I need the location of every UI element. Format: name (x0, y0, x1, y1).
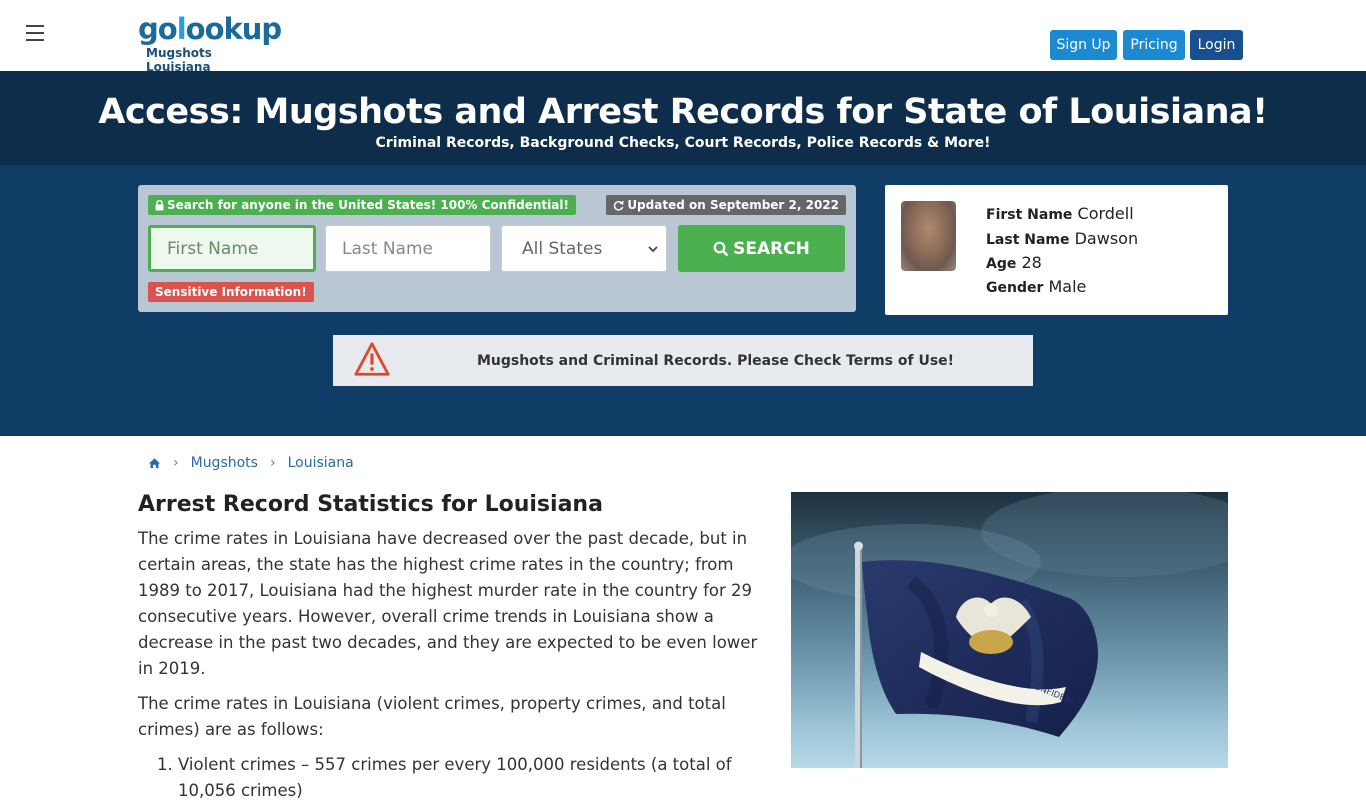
last-name-input[interactable]: Last Name (325, 225, 491, 272)
breadcrumb-separator: › (173, 455, 179, 471)
pricing-button[interactable]: Pricing (1123, 30, 1185, 60)
confidential-badge-text: Search for anyone in the United States! … (167, 198, 569, 212)
article-heading: Arrest Record Statistics for Louisiana (138, 492, 603, 517)
hero-subtitle: Criminal Records, Background Checks, Cou… (375, 135, 991, 151)
confidential-badge: Search for anyone in the United States! … (148, 195, 576, 215)
logo-subtitle: Mugshots Louisiana (146, 46, 212, 74)
home-icon[interactable] (148, 457, 161, 469)
breadcrumb-louisiana[interactable]: Louisiana (288, 455, 354, 471)
profile-last-name: Last Name Dawson (986, 229, 1139, 248)
lock-icon (155, 199, 164, 210)
breadcrumb-separator: › (269, 455, 276, 471)
article-paragraph: The crime rates in Louisiana have decrea… (138, 529, 758, 678)
state-select[interactable]: All States (501, 225, 667, 272)
search-icon (713, 241, 729, 256)
chevron-down-icon (648, 245, 658, 252)
search-button[interactable]: SEARCH (678, 225, 845, 272)
site-logo[interactable]: golookup Mugshots Louisiana (138, 12, 282, 74)
updated-badge-text: Updated on September 2, 2022 (627, 198, 839, 212)
top-navbar: golookup Mugshots Louisiana Sign Up Pric… (0, 0, 1366, 74)
terms-notice: Mugshots and Criminal Records. Please Ch… (333, 335, 1033, 386)
article-content: Arrest Record Statistics for Louisiana T… (138, 490, 766, 804)
updated-badge: Updated on September 2, 2022 (606, 195, 846, 215)
profile-card[interactable]: First Name Cordell Last Name Dawson Age … (885, 185, 1228, 315)
list-item: Violent crimes – 557 crimes per every 10… (178, 752, 766, 804)
profile-gender: Gender Male (986, 277, 1087, 296)
login-button[interactable]: Login (1190, 30, 1243, 60)
profile-first-name: First Name Cordell (986, 204, 1134, 223)
louisiana-flag-image: UNION JUSTICE AND CONFIDENCE (791, 492, 1228, 768)
signup-button[interactable]: Sign Up (1050, 30, 1117, 60)
logo-text: golookup (138, 12, 282, 46)
hamburger-menu-icon[interactable] (26, 25, 44, 41)
search-button-label: SEARCH (733, 238, 810, 259)
state-select-value: All States (522, 238, 603, 259)
hero-header: Access: Mugshots and Arrest Records for … (0, 71, 1366, 165)
refresh-icon (614, 200, 624, 211)
breadcrumb-mugshots[interactable]: Mugshots (191, 455, 258, 471)
search-panel: Search for anyone in the United States! … (138, 185, 856, 312)
warning-icon (354, 342, 390, 376)
sensitive-info-badge: Sensitive Information! (148, 282, 314, 302)
avatar (901, 201, 956, 271)
crime-stats-list: Violent crimes – 557 crimes per every 10… (138, 752, 766, 804)
flag-illustration: UNION JUSTICE AND CONFIDENCE (791, 492, 1228, 768)
article-paragraph: The crime rates in Louisiana (violent cr… (138, 694, 726, 739)
first-name-input[interactable]: First Name (148, 225, 316, 272)
profile-age: Age 28 (986, 253, 1042, 272)
hero-title: Access: Mugshots and Arrest Records for … (98, 92, 1268, 132)
breadcrumb: › Mugshots › Louisiana (148, 455, 354, 471)
notice-text: Mugshots and Criminal Records. Please Ch… (476, 352, 955, 369)
